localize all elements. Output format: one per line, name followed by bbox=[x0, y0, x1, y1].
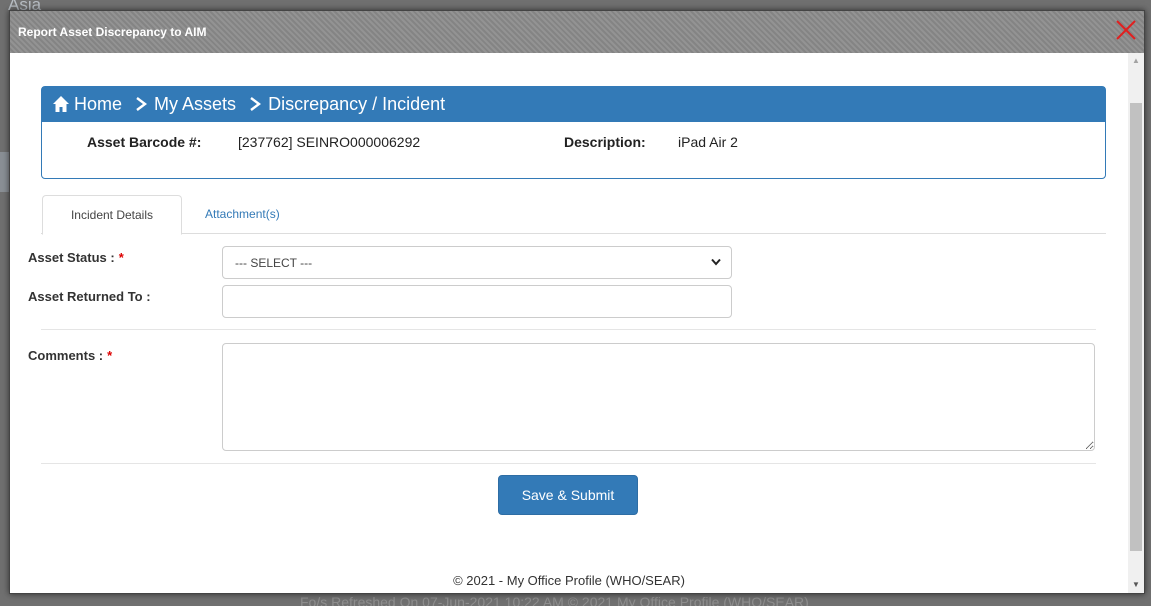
asset-description-value: iPad Air 2 bbox=[678, 134, 738, 150]
asset-returned-to-label: Asset Returned To : bbox=[28, 289, 151, 304]
tab-attachments[interactable]: Attachment(s) bbox=[191, 195, 294, 235]
close-icon[interactable] bbox=[1114, 18, 1138, 42]
form-divider bbox=[41, 329, 1096, 330]
comments-label-text: Comments : bbox=[28, 348, 104, 363]
chevron-right-icon bbox=[250, 97, 262, 112]
modal-titlebar[interactable]: Report Asset Discrepancy to AIM bbox=[10, 11, 1144, 53]
comments-label: Comments : * bbox=[28, 348, 112, 363]
chevron-down-icon bbox=[711, 258, 721, 266]
asset-status-selected-value: --- SELECT --- bbox=[235, 256, 313, 270]
asset-description-label: Description: bbox=[564, 134, 646, 150]
scroll-down-arrow-icon[interactable]: ▼ bbox=[1128, 577, 1144, 593]
modal-body: Home My Assets Discrepancy / Incident As… bbox=[10, 53, 1128, 593]
asset-returned-to-input[interactable] bbox=[222, 285, 732, 318]
form-divider bbox=[41, 463, 1096, 464]
modal-title: Report Asset Discrepancy to AIM bbox=[18, 25, 207, 39]
vertical-scrollbar[interactable]: ▲ ▼ bbox=[1128, 53, 1144, 593]
scroll-thumb[interactable] bbox=[1130, 103, 1142, 551]
discrepancy-modal: Report Asset Discrepancy to AIM Home My … bbox=[9, 10, 1145, 594]
tab-incident-details[interactable]: Incident Details bbox=[42, 195, 182, 235]
scroll-up-arrow-icon[interactable]: ▲ bbox=[1128, 53, 1144, 69]
breadcrumb-home[interactable]: Home bbox=[74, 94, 122, 114]
save-submit-button[interactable]: Save & Submit bbox=[498, 475, 638, 515]
breadcrumb-my-assets[interactable]: My Assets bbox=[154, 94, 236, 114]
breadcrumb-current: Discrepancy / Incident bbox=[268, 93, 446, 114]
required-marker: * bbox=[118, 250, 124, 265]
asset-status-label-text: Asset Status : bbox=[28, 250, 115, 265]
breadcrumb: Home My Assets Discrepancy / Incident bbox=[42, 87, 1105, 122]
footer-copyright: © 2021 - My Office Profile (WHO/SEAR) bbox=[453, 573, 685, 588]
tab-bar: Incident Details Attachment(s) bbox=[41, 195, 1106, 235]
chevron-right-icon bbox=[136, 97, 148, 112]
asset-panel: Home My Assets Discrepancy / Incident As… bbox=[41, 86, 1106, 179]
background-footer-text: Fo/s Refreshed On 07-Jun-2021 10:22 AM ©… bbox=[300, 594, 809, 606]
home-icon bbox=[53, 96, 69, 113]
asset-barcode-label: Asset Barcode #: bbox=[87, 134, 202, 150]
asset-barcode-value: [237762] SEINRO000006292 bbox=[238, 134, 421, 150]
required-marker: * bbox=[107, 348, 113, 363]
asset-status-label: Asset Status : * bbox=[28, 250, 124, 265]
comments-textarea[interactable] bbox=[222, 343, 1095, 451]
asset-status-select[interactable]: --- SELECT --- bbox=[222, 246, 732, 279]
